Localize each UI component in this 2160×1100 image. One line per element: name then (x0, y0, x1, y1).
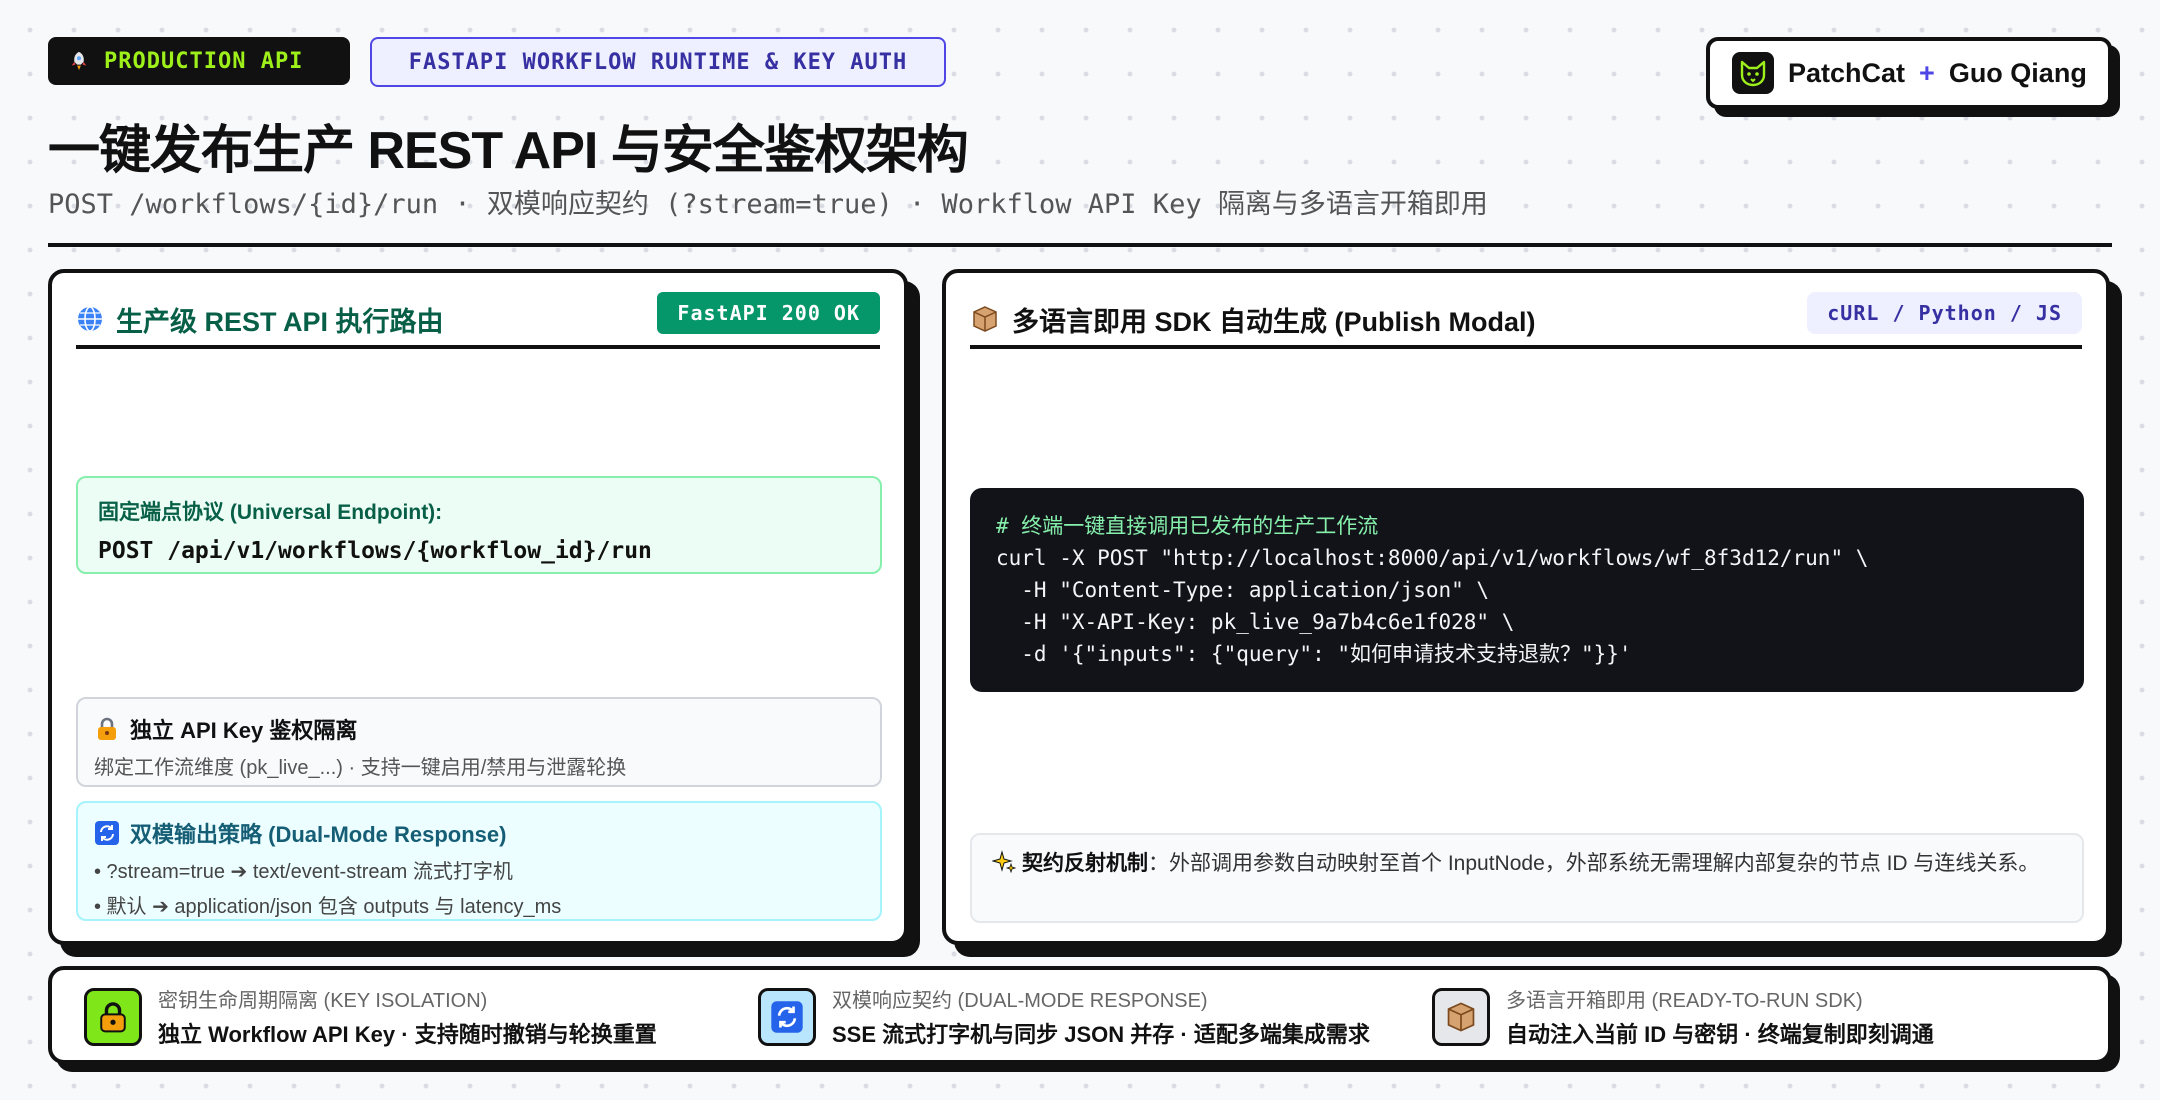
feature-text: 独立 Workflow API Key · 支持随时撤销与轮换重置 (158, 1022, 657, 1047)
dual-mode-card: 双模输出策略 (Dual-Mode Response) • ?stream=tr… (76, 801, 882, 921)
code-line-2: -H "Content-Type: application/json" \ (996, 578, 1490, 602)
brand-partner: Guo Qiang (1948, 57, 2087, 88)
rocket-icon (68, 50, 90, 72)
api-key-card: 独立 API Key 鉴权隔离 绑定工作流维度 (pk_live_...) · … (76, 697, 882, 787)
sparkle-icon (992, 850, 1016, 874)
package-icon (1432, 987, 1490, 1046)
rest-api-panel-header: 生产级 REST API 执行路由 FastAPI 200 OK (76, 292, 880, 349)
api-key-card-title-text: 独立 API Key 鉴权隔离 (130, 718, 358, 743)
feature-footer: 密钥生命周期隔离 (KEY ISOLATION) 独立 Workflow API… (48, 966, 2112, 1064)
rest-api-panel: 生产级 REST API 执行路由 FastAPI 200 OK 固定端点协议 … (48, 269, 908, 945)
tag-primary-label: PRODUCTION API (104, 48, 304, 74)
dual-mode-card-title-text: 双模输出策略 (Dual-Mode Response) (130, 822, 507, 847)
feature-text: SSE 流式打字机与同步 JSON 并存 · 适配多端集成需求 (832, 1022, 1370, 1047)
brand-plus: + (1919, 57, 1935, 88)
rest-api-panel-title-text: 生产级 REST API 执行路由 (116, 306, 444, 337)
cat-logo-icon (1732, 52, 1774, 94)
contract-reflection-note: 契约反射机制：外部调用参数自动映射至首个 InputNode，外部系统无需理解内… (970, 833, 2084, 923)
lock-icon (84, 987, 142, 1046)
runtime-tag: FASTAPI WORKFLOW RUNTIME & KEY AUTH (370, 37, 946, 87)
sdk-panel: 多语言即用 SDK 自动生成 (Publish Modal) cURL / Py… (942, 269, 2110, 945)
curl-code-block[interactable]: # 终端一键直接调用已发布的生产工作流 curl -X POST "http://… (970, 488, 2084, 692)
endpoint-box: 固定端点协议 (Universal Endpoint): POST /api/v… (76, 476, 882, 574)
brand-badge: PatchCat + Guo Qiang (1706, 37, 2112, 109)
feature-label: 双模响应契约 (DUAL-MODE RESPONSE) (832, 990, 1208, 1012)
production-api-tag: PRODUCTION API (48, 37, 350, 85)
sdk-panel-title: 多语言即用 SDK 自动生成 (Publish Modal) (970, 300, 1536, 339)
dual-mode-line-json: • 默认 ➔ application/json 包含 outputs 与 lat… (94, 896, 562, 918)
note-label: 契约反射机制 (1022, 852, 1148, 875)
package-icon (970, 304, 1000, 334)
api-key-card-title: 独立 API Key 鉴权隔离 (94, 713, 864, 745)
sdk-panel-header: 多语言即用 SDK 自动生成 (Publish Modal) cURL / Py… (970, 292, 2082, 349)
feature-ready-sdk: 多语言开箱即用 (READY-TO-RUN SDK) 自动注入当前 ID 与密钥… (1432, 984, 1934, 1049)
feature-key-isolation: 密钥生命周期隔离 (KEY ISOLATION) 独立 Workflow API… (84, 984, 657, 1049)
status-badge: FastAPI 200 OK (657, 292, 880, 334)
header-divider (48, 243, 2112, 247)
dual-mode-card-title: 双模输出策略 (Dual-Mode Response) (94, 817, 864, 849)
endpoint-label: 固定端点协议 (Universal Endpoint): (98, 501, 443, 524)
language-badge: cURL / Python / JS (1807, 292, 2082, 334)
page-title: 一键发布生产 REST API 与安全鉴权架构 (48, 122, 969, 180)
feature-dual-mode: 双模响应契约 (DUAL-MODE RESPONSE) SSE 流式打字机与同步… (758, 984, 1370, 1049)
refresh-icon (94, 820, 120, 846)
sdk-panel-title-text: 多语言即用 SDK 自动生成 (Publish Modal) (1012, 306, 1536, 337)
code-line-4: -d '{"inputs": {"query": "如何申请技术支持退款？"}}… (996, 642, 1632, 666)
feature-label: 多语言开箱即用 (READY-TO-RUN SDK) (1506, 990, 1863, 1012)
note-text: ：外部调用参数自动映射至首个 InputNode，外部系统无需理解内部复杂的节点… (1148, 852, 2040, 875)
code-line-1: curl -X POST "http://localhost:8000/api/… (996, 546, 1869, 570)
brand-name: PatchCat (1788, 57, 1906, 88)
feature-text: 自动注入当前 ID 与密钥 · 终端复制即刻调通 (1506, 1022, 1934, 1047)
code-line-3: -H "X-API-Key: pk_live_9a7b4c6e1f028" \ (996, 610, 1515, 634)
page-subtitle: POST /workflows/{id}/run · 双模响应契约 (?stre… (48, 189, 1488, 220)
refresh-icon (758, 987, 816, 1046)
feature-label: 密钥生命周期隔离 (KEY ISOLATION) (158, 990, 488, 1012)
lock-icon (94, 716, 120, 742)
api-key-card-desc: 绑定工作流维度 (pk_live_...) · 支持一键启用/禁用与泄露轮换 (94, 757, 627, 779)
globe-icon (76, 305, 104, 333)
endpoint-value: POST /api/v1/workflows/{workflow_id}/run (98, 538, 652, 564)
dual-mode-line-stream: • ?stream=true ➔ text/event-stream 流式打字机 (94, 861, 513, 883)
code-comment: # 终端一键直接调用已发布的生产工作流 (996, 514, 1379, 538)
rest-api-panel-title: 生产级 REST API 执行路由 (76, 300, 444, 339)
